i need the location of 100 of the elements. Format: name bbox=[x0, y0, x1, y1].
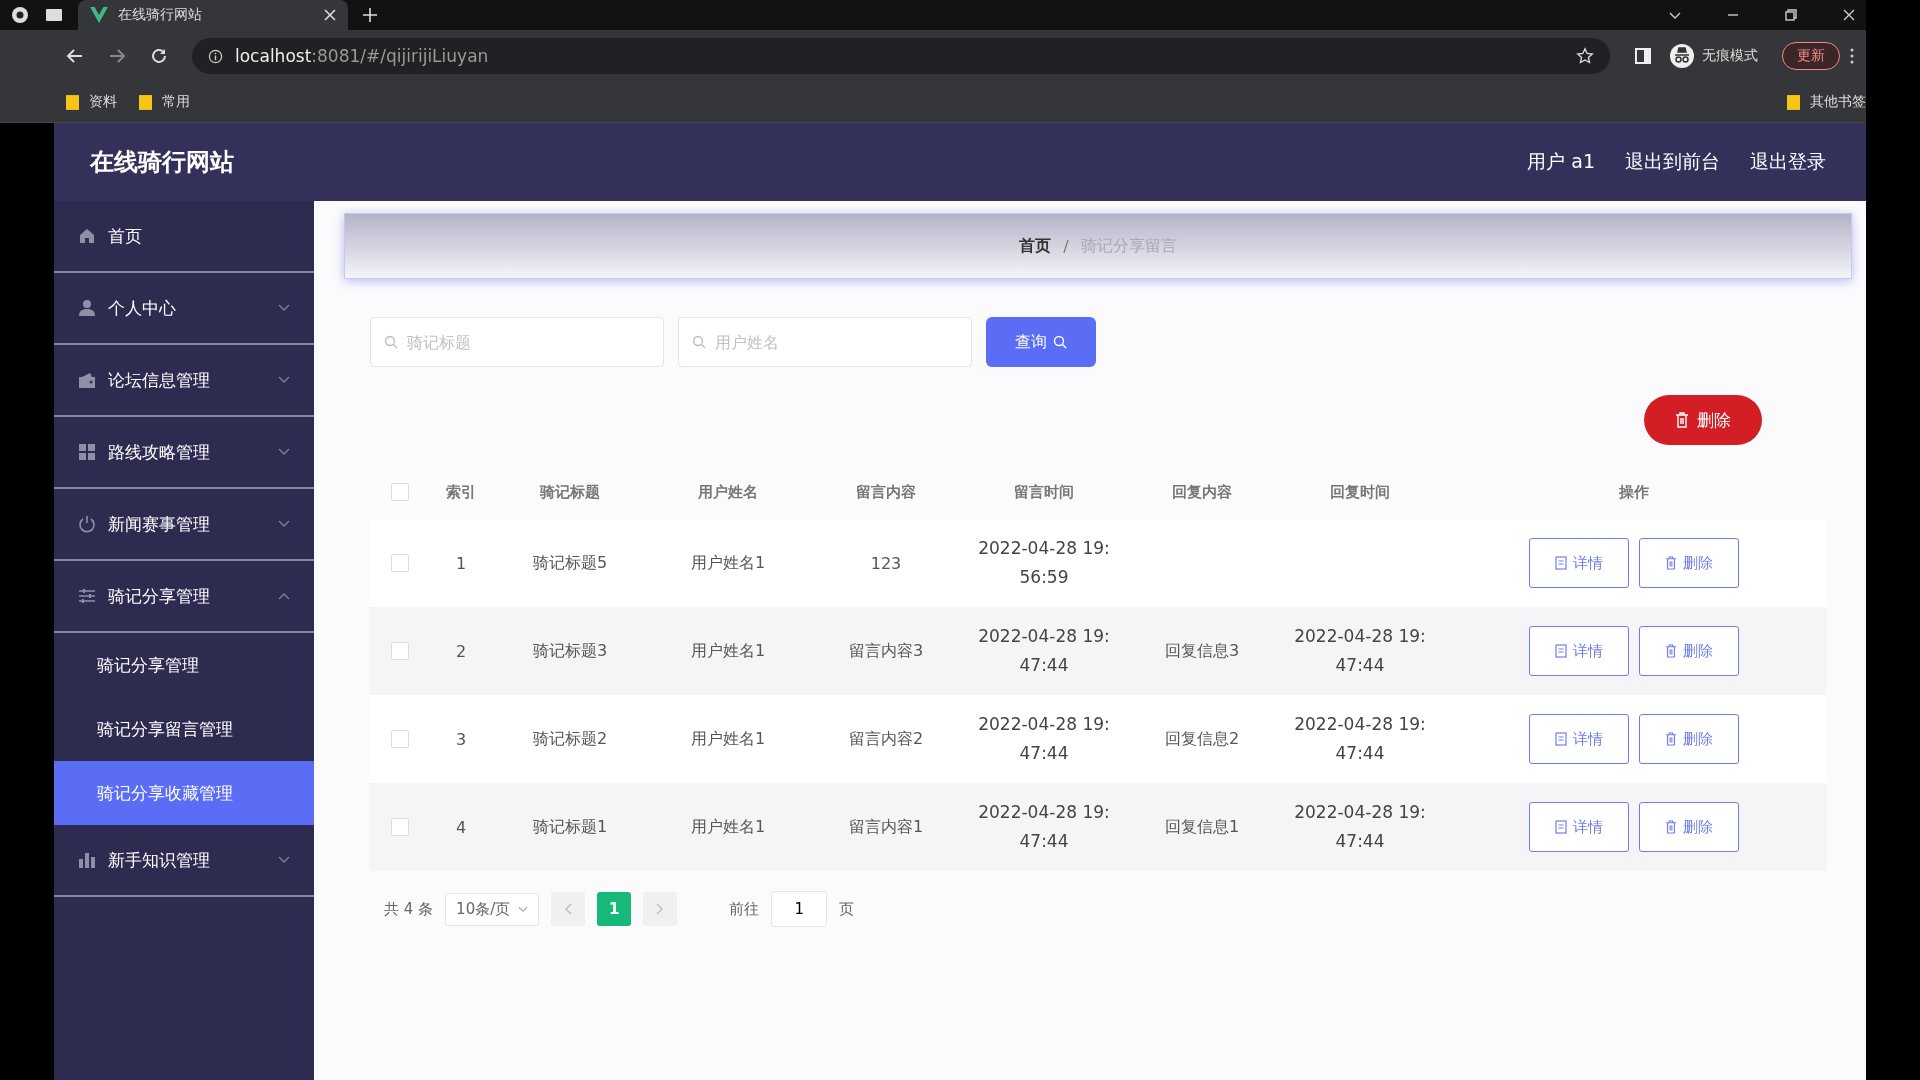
table-cell: 留言内容1 bbox=[848, 816, 924, 838]
total-count: 共 4 条 bbox=[384, 899, 434, 919]
page-size-select[interactable]: 10条/页 bbox=[445, 892, 540, 926]
incognito-icon bbox=[1670, 44, 1694, 68]
more-icon[interactable] bbox=[1850, 48, 1854, 64]
browser-tab[interactable]: 在线骑行网站 bbox=[78, 0, 348, 30]
page-input[interactable]: 1 bbox=[771, 891, 828, 927]
restore-icon[interactable] bbox=[1784, 8, 1798, 22]
table-cell: 回复信息1 bbox=[1164, 816, 1240, 838]
page-label: 页 bbox=[839, 899, 855, 919]
trash-icon bbox=[1664, 732, 1677, 746]
sidebar-item[interactable]: 新手知识管理 bbox=[54, 825, 314, 897]
search-field[interactable]: 骑记标题 bbox=[370, 317, 664, 367]
v-logo-icon bbox=[90, 7, 108, 23]
folder-icon bbox=[66, 94, 79, 110]
header-link[interactable]: 退出登录 bbox=[1750, 149, 1826, 175]
details-button[interactable]: 详情 bbox=[1528, 802, 1629, 852]
delete-button[interactable]: 删除 bbox=[1638, 538, 1739, 588]
delete-button[interactable]: 删除 bbox=[1644, 395, 1762, 445]
chevron-left-icon bbox=[564, 903, 573, 915]
close-icon[interactable] bbox=[1842, 8, 1856, 22]
update-button[interactable]: 更新 bbox=[1782, 42, 1840, 70]
sidebar-item[interactable]: 骑记分享管理 bbox=[54, 561, 314, 633]
incognito-badge[interactable]: 无痕模式 bbox=[1670, 44, 1758, 68]
new-tab-icon[interactable] bbox=[362, 7, 378, 23]
bookmark[interactable]: 其他书签 bbox=[1787, 93, 1866, 111]
address-bar[interactable]: localhost:8081/#/qijirijiLiuyan bbox=[192, 38, 1610, 74]
table-cell: 1 bbox=[455, 553, 467, 573]
folder-icon bbox=[1787, 94, 1800, 110]
chevron-down-icon bbox=[518, 905, 529, 913]
table-cell: 回复信息2 bbox=[1164, 728, 1240, 750]
bookmark[interactable]: 资料 bbox=[66, 93, 117, 111]
table-cell: 2 bbox=[455, 641, 467, 661]
table-cell: 用户姓名1 bbox=[690, 728, 766, 750]
delete-button[interactable]: 删除 bbox=[1638, 802, 1739, 852]
table-cell-text: 2022-04-28 19:47:44 bbox=[977, 625, 1111, 677]
table-cell: 用户姓名1 bbox=[690, 552, 766, 574]
sidebar-subitem[interactable]: 骑记分享留言管理 bbox=[54, 697, 314, 761]
sidebar-item[interactable]: 路线攻略管理 bbox=[54, 417, 314, 489]
trash-icon bbox=[1664, 644, 1677, 658]
row-checkbox[interactable] bbox=[391, 818, 409, 836]
details-button[interactable]: 详情 bbox=[1528, 538, 1629, 588]
table-cell-text: 2022-04-28 19:47:44 bbox=[977, 713, 1111, 765]
table-cell: 123 bbox=[870, 553, 902, 573]
header-link[interactable]: 用户 a1 bbox=[1527, 149, 1595, 175]
bar-chart-icon bbox=[78, 851, 96, 869]
chevron-down-icon bbox=[278, 520, 290, 528]
details-button[interactable]: 详情 bbox=[1528, 626, 1629, 676]
table-cell: 用户姓名1 bbox=[690, 640, 766, 662]
user-icon bbox=[78, 299, 96, 317]
table-cell-text: 2022-04-28 19:47:44 bbox=[1293, 801, 1427, 853]
sidebar-item[interactable]: 新闻赛事管理 bbox=[54, 489, 314, 561]
sidebar-panel-icon[interactable] bbox=[1634, 47, 1652, 65]
search-button[interactable]: 查询 bbox=[986, 317, 1096, 367]
chevron-down-icon bbox=[278, 856, 290, 864]
tab-title: 在线骑行网站 bbox=[118, 6, 203, 24]
bookmark[interactable]: 常用 bbox=[139, 93, 190, 111]
reload-icon[interactable] bbox=[150, 47, 168, 65]
column-header: 回复内容 bbox=[1171, 482, 1233, 502]
document-icon bbox=[1554, 732, 1567, 746]
delete-button[interactable]: 删除 bbox=[1638, 626, 1739, 676]
chevron-down-icon bbox=[278, 304, 290, 312]
sidebar-subitem[interactable]: 骑记分享收藏管理 bbox=[54, 761, 314, 825]
breadcrumb-item[interactable]: 首页 bbox=[1019, 235, 1052, 257]
document-icon bbox=[1554, 644, 1567, 658]
column-header: 用户姓名 bbox=[697, 482, 759, 502]
grid-icon bbox=[78, 443, 96, 461]
folder-icon bbox=[139, 94, 152, 110]
column-header: 索引 bbox=[445, 482, 477, 502]
url-text: localhost:8081/#/qijirijiLiuyan bbox=[235, 46, 489, 66]
sidebar-item[interactable]: 个人中心 bbox=[54, 273, 314, 345]
table-cell: 用户姓名1 bbox=[690, 816, 766, 838]
select-all-checkbox[interactable] bbox=[391, 483, 409, 501]
back-icon[interactable] bbox=[66, 47, 84, 65]
row-checkbox[interactable] bbox=[391, 730, 409, 748]
table-cell: 回复信息3 bbox=[1164, 640, 1240, 662]
table-cell: 骑记标题5 bbox=[532, 552, 608, 574]
info-icon bbox=[208, 48, 223, 64]
star-icon[interactable] bbox=[1576, 47, 1594, 65]
table-cell-text: 2022-04-28 19:56:59 bbox=[977, 537, 1111, 589]
column-header: 留言时间 bbox=[1013, 482, 1075, 502]
trash-icon bbox=[1664, 820, 1677, 834]
sidebar-item[interactable]: 论坛信息管理 bbox=[54, 345, 314, 417]
sidebar-item[interactable]: 首页 bbox=[54, 201, 314, 273]
column-header: 留言内容 bbox=[855, 482, 917, 502]
table-cell: 骑记标题2 bbox=[532, 728, 608, 750]
table-cell: 骑记标题1 bbox=[532, 816, 608, 838]
search-field[interactable]: 用户姓名 bbox=[678, 317, 972, 367]
sidebar-subitem[interactable]: 骑记分享管理 bbox=[54, 633, 314, 697]
row-checkbox[interactable] bbox=[391, 554, 409, 572]
browser-logo-icon[interactable] bbox=[10, 5, 30, 25]
row-checkbox[interactable] bbox=[391, 642, 409, 660]
delete-button[interactable]: 删除 bbox=[1638, 714, 1739, 764]
table-cell: 骑记标题3 bbox=[532, 640, 608, 662]
forward-icon[interactable] bbox=[108, 47, 126, 65]
trash-icon bbox=[1664, 556, 1677, 570]
table-cell: 4 bbox=[455, 817, 467, 837]
close-icon[interactable] bbox=[324, 9, 336, 21]
details-button[interactable]: 详情 bbox=[1528, 714, 1629, 764]
header-link[interactable]: 退出到前台 bbox=[1625, 149, 1720, 175]
